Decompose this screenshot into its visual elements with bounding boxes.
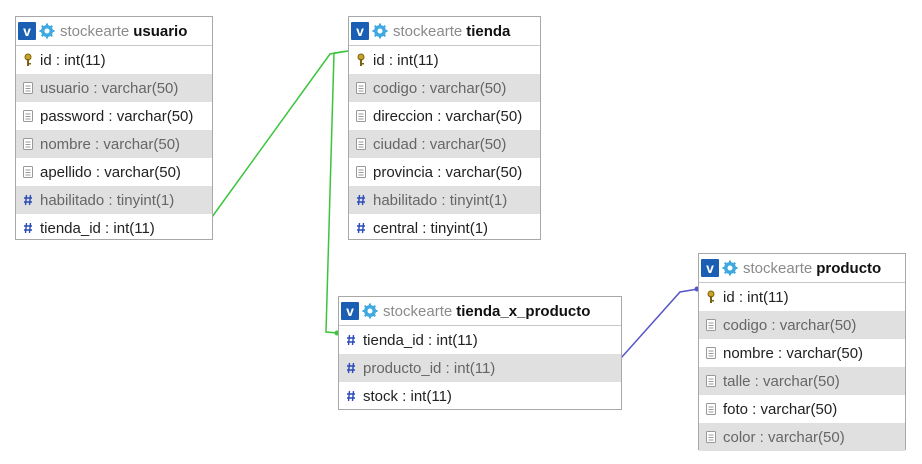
column-row: password : varchar(50): [16, 102, 212, 130]
column-label: password : varchar(50): [40, 107, 194, 125]
table-name: tienda: [466, 22, 511, 40]
table-header[interactable]: v stockearte producto: [699, 254, 905, 283]
text-field-icon: [22, 137, 34, 151]
column-label: habilitado : tinyint(1): [40, 191, 175, 209]
column-row: id : int(11): [16, 46, 212, 74]
text-field-icon: [22, 109, 34, 123]
numeric-field-icon: [345, 361, 357, 375]
column-row: tienda_id : int(11): [16, 214, 212, 242]
table-header[interactable]: v stockearte tienda_x_producto: [339, 297, 621, 326]
column-label: habilitado : tinyint(1): [373, 191, 508, 209]
column-row: stock : int(11): [339, 382, 621, 410]
column-label: nombre : varchar(50): [723, 344, 864, 362]
column-label: codigo : varchar(50): [373, 79, 507, 97]
column-row: direccion : varchar(50): [349, 102, 540, 130]
column-label: ciudad : varchar(50): [373, 135, 507, 153]
table-name: tienda_x_producto: [456, 302, 591, 320]
text-field-icon: [705, 430, 717, 444]
column-label: central : tinyint(1): [373, 219, 489, 237]
text-field-icon: [355, 81, 367, 95]
column-label: id : int(11): [373, 51, 439, 69]
column-row: usuario : varchar(50): [16, 74, 212, 102]
column-label: stock : int(11): [363, 387, 452, 405]
column-row: nombre : varchar(50): [16, 130, 212, 158]
column-row: id : int(11): [349, 46, 540, 74]
text-field-icon: [355, 137, 367, 151]
key-icon: [705, 290, 717, 304]
v-icon[interactable]: v: [351, 22, 369, 40]
table-header[interactable]: v stockearte usuario: [16, 17, 212, 46]
numeric-field-icon: [355, 193, 367, 207]
text-field-icon: [355, 109, 367, 123]
v-icon[interactable]: v: [701, 259, 719, 277]
column-row: producto_id : int(11): [339, 354, 621, 382]
text-field-icon: [355, 165, 367, 179]
column-row: nombre : varchar(50): [699, 339, 905, 367]
key-icon: [22, 53, 34, 67]
column-label: direccion : varchar(50): [373, 107, 523, 125]
column-row: codigo : varchar(50): [349, 74, 540, 102]
schema-name: stockearte: [60, 22, 130, 40]
column-label: nombre : varchar(50): [40, 135, 181, 153]
gear-icon[interactable]: [38, 22, 56, 40]
v-icon[interactable]: v: [18, 22, 36, 40]
column-label: id : int(11): [40, 51, 106, 69]
table-header[interactable]: v stockearte tienda: [349, 17, 540, 46]
numeric-field-icon: [22, 221, 34, 235]
column-row: ciudad : varchar(50): [349, 130, 540, 158]
gear-icon[interactable]: [361, 302, 379, 320]
column-label: tienda_id : int(11): [363, 331, 478, 349]
column-label: producto_id : int(11): [363, 359, 496, 377]
column-label: apellido : varchar(50): [40, 163, 181, 181]
relation-tienda-x-producto-producto[interactable]: [620, 288, 699, 359]
text-field-icon: [705, 374, 717, 388]
column-label: talle : varchar(50): [723, 372, 840, 390]
numeric-field-icon: [345, 333, 357, 347]
column-label: id : int(11): [723, 288, 789, 306]
text-field-icon: [705, 346, 717, 360]
column-row: central : tinyint(1): [349, 214, 540, 242]
numeric-field-icon: [355, 221, 367, 235]
column-row: tienda_id : int(11): [339, 326, 621, 354]
schema-name: stockearte: [393, 22, 463, 40]
column-label: provincia : varchar(50): [373, 163, 523, 181]
column-row: habilitado : tinyint(1): [16, 186, 212, 214]
column-row: id : int(11): [699, 283, 905, 311]
key-icon: [355, 53, 367, 67]
table-name: usuario: [133, 22, 188, 40]
column-label: tienda_id : int(11): [40, 219, 155, 237]
text-field-icon: [705, 402, 717, 416]
text-field-icon: [22, 165, 34, 179]
relation-tienda-x-producto-tienda[interactable]: [325, 50, 349, 334]
column-label: usuario : varchar(50): [40, 79, 179, 97]
column-row: apellido : varchar(50): [16, 158, 212, 186]
gear-icon[interactable]: [721, 259, 739, 277]
table-tienda-x-producto[interactable]: v stockearte tienda_x_producto tienda_id…: [338, 296, 622, 410]
column-row: provincia : varchar(50): [349, 158, 540, 186]
v-icon[interactable]: v: [341, 302, 359, 320]
text-field-icon: [705, 318, 717, 332]
table-producto[interactable]: v stockearte producto id : int(11) codig…: [698, 253, 906, 451]
numeric-field-icon: [345, 389, 357, 403]
column-row: talle : varchar(50): [699, 367, 905, 395]
numeric-field-icon: [22, 193, 34, 207]
table-tienda[interactable]: v stockearte tienda id : int(11) codigo …: [348, 16, 541, 240]
column-row: codigo : varchar(50): [699, 311, 905, 339]
schema-name: stockearte: [743, 259, 813, 277]
relation-usuario-tienda[interactable]: [211, 50, 349, 218]
table-name: producto: [816, 259, 882, 277]
gear-icon[interactable]: [371, 22, 389, 40]
text-field-icon: [22, 81, 34, 95]
column-label: foto : varchar(50): [723, 400, 838, 418]
column-label: codigo : varchar(50): [723, 316, 857, 334]
column-row: color : varchar(50): [699, 423, 905, 451]
column-label: color : varchar(50): [723, 428, 845, 446]
column-row: foto : varchar(50): [699, 395, 905, 423]
table-usuario[interactable]: v stockearte usuario id : int(11) usuari…: [15, 16, 213, 240]
schema-name: stockearte: [383, 302, 453, 320]
column-row: habilitado : tinyint(1): [349, 186, 540, 214]
